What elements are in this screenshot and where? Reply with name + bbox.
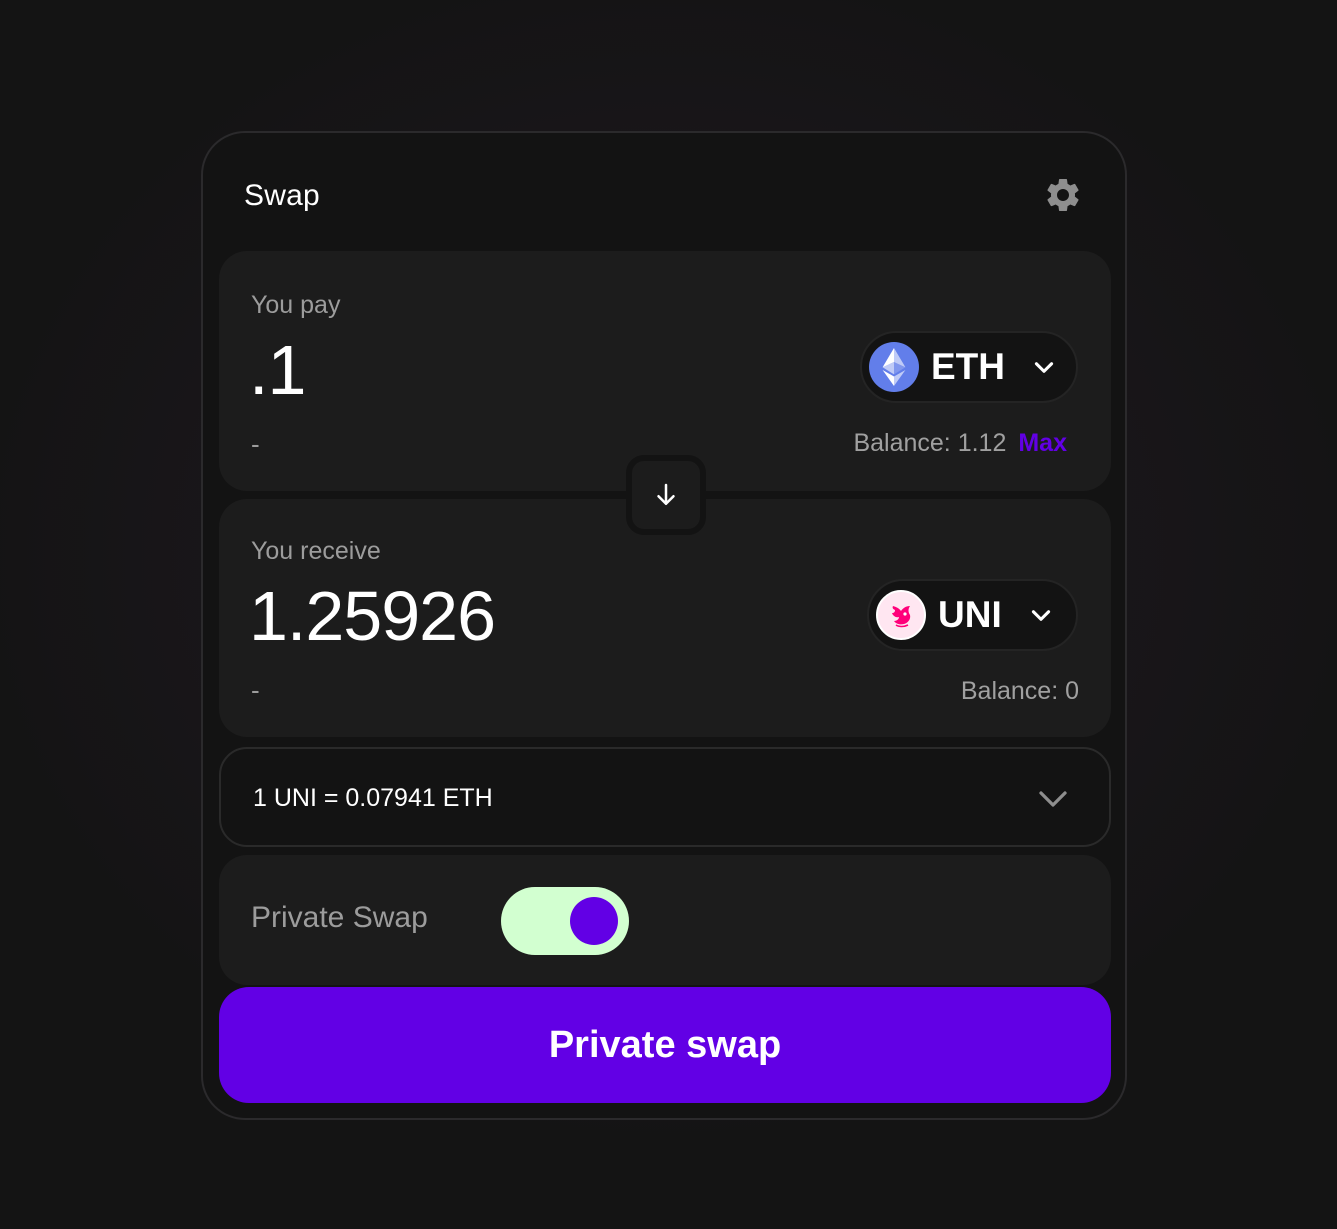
max-button[interactable]: Max [1018, 429, 1067, 457]
uni-icon [876, 590, 926, 640]
pay-token-selector[interactable]: ETH [860, 331, 1078, 403]
chevron-down-icon [1039, 791, 1067, 807]
arrow-down-icon [657, 483, 675, 505]
pay-amount-input[interactable] [249, 329, 809, 411]
gear-icon[interactable] [1043, 175, 1083, 215]
receive-amount-input[interactable] [249, 575, 809, 657]
pay-balance-text: Balance: 1.12 [853, 429, 1007, 457]
eth-icon [869, 342, 919, 392]
rate-details-toggle[interactable]: 1 UNI = 0.07941 ETH [219, 747, 1111, 847]
pay-usd-value: - [251, 429, 260, 459]
exchange-rate: 1 UNI = 0.07941 ETH [253, 784, 493, 812]
pay-token-symbol: ETH [931, 346, 1005, 387]
private-swap-label: Private Swap [251, 901, 428, 934]
receive-balance: Balance: 0 [960, 677, 1079, 705]
pay-label: You pay [251, 291, 341, 319]
private-swap-button[interactable]: Private swap [219, 987, 1111, 1103]
card-title: Swap [244, 179, 320, 212]
swap-direction-button[interactable] [626, 455, 706, 535]
toggle-knob [570, 897, 618, 945]
receive-token-symbol: UNI [938, 594, 1002, 635]
chevron-down-icon [1031, 610, 1050, 621]
chevron-down-icon [1034, 362, 1054, 373]
receive-usd-value: - [251, 675, 260, 705]
private-swap-toggle[interactable] [501, 887, 629, 955]
receive-token-selector[interactable]: UNI [867, 579, 1078, 651]
private-swap-panel: Private Swap [219, 855, 1111, 985]
receive-label: You receive [251, 537, 381, 565]
swap-card: Swap You pay - ETH [201, 131, 1127, 1120]
pay-balance: Balance: 1.12 Max [853, 429, 1067, 458]
